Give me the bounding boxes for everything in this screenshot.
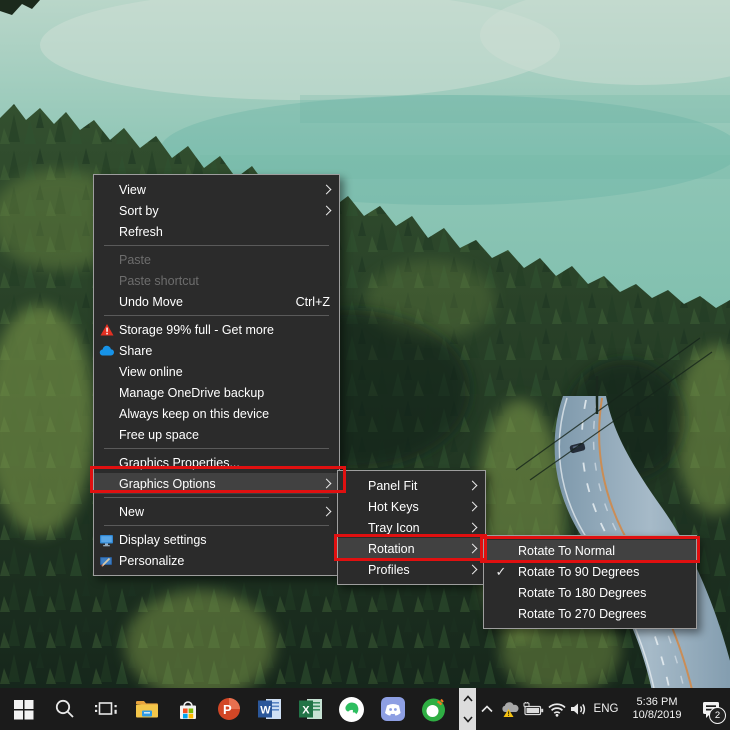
discord-button[interactable] — [372, 688, 413, 730]
rotation-submenu: Rotate To Normal ✓Rotate To 90 Degrees R… — [483, 535, 697, 629]
submenu-item-panel-fit[interactable]: Panel Fit — [338, 475, 485, 496]
warning-icon — [100, 323, 114, 337]
personalize-icon — [99, 554, 114, 568]
submenu-item-profiles[interactable]: Profiles — [338, 559, 485, 580]
start-button[interactable] — [3, 688, 44, 730]
menu-item-paste-shortcut: Paste shortcut — [94, 270, 339, 291]
menu-item-view[interactable]: View — [94, 179, 339, 200]
submenu-chevron-icon — [468, 544, 478, 554]
scroll-down-icon[interactable] — [462, 715, 474, 724]
desktop[interactable]: { "colors": { "annotation_red": "#e01010… — [0, 0, 730, 730]
notification-badge: 2 — [709, 707, 726, 724]
taskbar-clock[interactable]: 5:36 PM 10/8/2019 — [622, 696, 692, 722]
language-indicator[interactable]: ENG — [590, 703, 622, 715]
microsoft-store-icon — [175, 697, 201, 721]
svg-text:W: W — [260, 705, 271, 717]
onedrive-tray-icon[interactable] — [498, 688, 522, 730]
submenu-chevron-icon — [468, 481, 478, 491]
wifi-icon — [547, 701, 567, 717]
submenu-chevron-icon — [468, 502, 478, 512]
menu-separator — [104, 245, 329, 246]
action-center-button[interactable]: 2 — [692, 688, 730, 730]
accelerator-label: Ctrl+Z — [296, 295, 330, 309]
task-view-button[interactable] — [85, 688, 126, 730]
chevron-up-icon — [480, 703, 494, 715]
discord-icon — [380, 696, 406, 722]
menu-item-storage-full[interactable]: Storage 99% full - Get more — [94, 319, 339, 340]
submenu-chevron-icon — [468, 523, 478, 533]
microsoft-store-button[interactable] — [167, 688, 208, 730]
file-explorer-icon — [134, 698, 160, 720]
scroll-up-icon[interactable] — [462, 694, 474, 703]
display-settings-icon — [99, 533, 114, 547]
menu-item-graphics-properties[interactable]: Graphics Properties... — [94, 452, 339, 473]
word-icon: W — [257, 696, 283, 722]
submenu-item-rotate-90[interactable]: ✓Rotate To 90 Degrees — [484, 561, 696, 582]
taskbar: P W X ENG 5:36 PM 10/8/2019 2 — [0, 688, 730, 730]
graphics-options-submenu: Panel Fit Hot Keys Tray Icon Rotation Pr… — [337, 470, 486, 585]
search-icon — [54, 698, 76, 720]
powerpoint-button[interactable]: P — [208, 688, 249, 730]
windows-logo-icon — [13, 699, 34, 720]
submenu-item-rotate-180[interactable]: Rotate To 180 Degrees — [484, 582, 696, 603]
menu-item-manage-onedrive-backup[interactable]: Manage OneDrive backup — [94, 382, 339, 403]
submenu-item-rotate-270[interactable]: Rotate To 270 Degrees — [484, 603, 696, 624]
menu-separator — [104, 525, 329, 526]
menu-item-view-online[interactable]: View online — [94, 361, 339, 382]
menu-item-undo-move[interactable]: Undo MoveCtrl+Z — [94, 291, 339, 312]
menu-separator — [104, 315, 329, 316]
excel-button[interactable]: X — [290, 688, 331, 730]
menu-item-always-keep-on-device[interactable]: Always keep on this device — [94, 403, 339, 424]
show-hidden-icons-button[interactable] — [476, 688, 498, 730]
submenu-item-rotation[interactable]: Rotation — [338, 538, 485, 559]
menu-item-new[interactable]: New — [94, 501, 339, 522]
battery-plug-icon — [523, 702, 545, 717]
submenu-chevron-icon — [322, 479, 332, 489]
menu-item-free-up-space[interactable]: Free up space — [94, 424, 339, 445]
submenu-chevron-icon — [322, 507, 332, 517]
excel-icon: X — [298, 696, 324, 722]
menu-separator — [104, 497, 329, 498]
menu-item-personalize[interactable]: Personalize — [94, 550, 339, 571]
submenu-chevron-icon — [322, 206, 332, 216]
file-explorer-button[interactable] — [126, 688, 167, 730]
menu-separator — [104, 448, 329, 449]
submenu-item-tray-icon[interactable]: Tray Icon — [338, 517, 485, 538]
volume-tray-icon[interactable] — [568, 688, 590, 730]
battery-tray-icon[interactable] — [522, 688, 546, 730]
menu-item-share[interactable]: Share — [94, 340, 339, 361]
svg-text:X: X — [302, 705, 310, 717]
clock-time: 5:36 PM — [622, 696, 692, 709]
wifi-tray-icon[interactable] — [546, 688, 568, 730]
menu-item-paste: Paste — [94, 249, 339, 270]
coccoc-browser-button[interactable] — [413, 688, 454, 730]
onedrive-cloud-icon — [99, 345, 114, 357]
menu-item-display-settings[interactable]: Display settings — [94, 529, 339, 550]
submenu-chevron-icon — [322, 185, 332, 195]
menu-item-sort-by[interactable]: Sort by — [94, 200, 339, 221]
desktop-context-menu: View Sort by Refresh Paste Paste shortcu… — [93, 174, 340, 576]
coccoc-browser-icon — [420, 696, 447, 723]
menu-item-graphics-options[interactable]: Graphics Options — [94, 473, 339, 494]
task-view-icon — [94, 699, 118, 719]
submenu-item-hot-keys[interactable]: Hot Keys — [338, 496, 485, 517]
powerpoint-icon: P — [216, 696, 242, 722]
cloud-warning-icon — [499, 701, 521, 718]
clock-date: 10/8/2019 — [622, 709, 692, 722]
checkmark-icon: ✓ — [496, 564, 507, 580]
evernote-button[interactable] — [331, 688, 372, 730]
search-button[interactable] — [44, 688, 85, 730]
submenu-item-rotate-normal[interactable]: Rotate To Normal — [484, 540, 696, 561]
menu-item-refresh[interactable]: Refresh — [94, 221, 339, 242]
evernote-icon — [338, 696, 365, 723]
submenu-chevron-icon — [468, 565, 478, 575]
speaker-icon — [569, 701, 589, 717]
svg-text:P: P — [223, 702, 232, 717]
word-button[interactable]: W — [249, 688, 290, 730]
tray-scroll[interactable] — [459, 688, 476, 730]
